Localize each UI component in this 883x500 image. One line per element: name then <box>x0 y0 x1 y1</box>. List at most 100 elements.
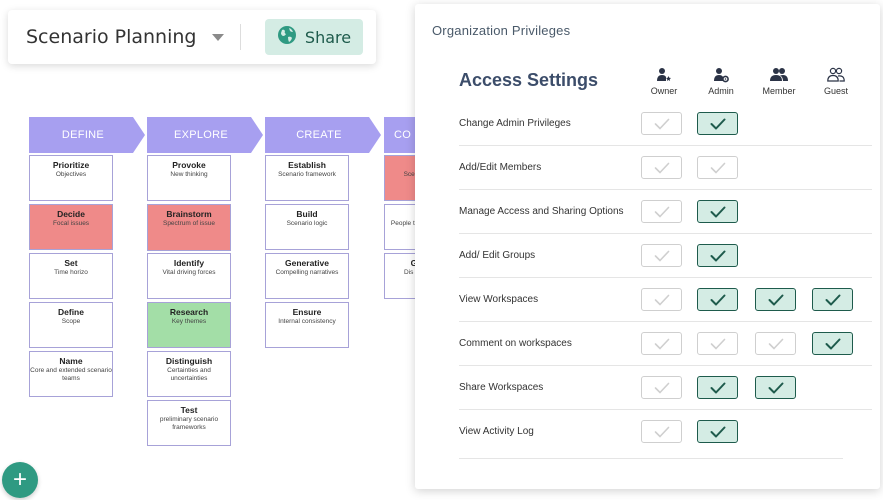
card-title: Research <box>169 307 209 317</box>
card-title: Define <box>58 307 84 317</box>
permission-checkbox[interactable] <box>641 200 682 223</box>
check-icon <box>825 294 840 305</box>
permission-row: Manage Access and Sharing Options <box>459 190 872 234</box>
permission-row: Change Admin Privileges <box>459 102 872 146</box>
share-label: Share <box>304 27 352 47</box>
board-card[interactable]: Set Time horizo <box>29 253 113 299</box>
owner-icon <box>634 66 694 84</box>
permission-checkbox[interactable] <box>755 376 796 399</box>
permission-row: View Activity Log <box>459 410 872 454</box>
board-card[interactable]: Generative Compelling narratives <box>265 253 349 299</box>
check-icon <box>768 294 783 305</box>
role-label: Member <box>762 86 796 96</box>
column-header[interactable]: CREATE <box>265 117 373 153</box>
permission-checkbox[interactable] <box>755 332 796 355</box>
card-subtitle: Focal issues <box>52 220 90 227</box>
board-card[interactable]: Provoke New thinking <box>147 155 231 201</box>
check-icon <box>710 294 725 305</box>
permission-checkbox[interactable] <box>697 112 738 135</box>
board-card[interactable]: Distinguish Certainties and uncertainties <box>147 351 231 397</box>
card-subtitle: Objectives <box>55 171 87 178</box>
check-icon <box>654 294 669 305</box>
title-bar: Scenario Planning Share <box>8 10 376 64</box>
permission-checkbox[interactable] <box>755 288 796 311</box>
board-card[interactable]: Prioritize Objectives <box>29 155 113 201</box>
card-title: Test <box>180 405 198 415</box>
permission-checkbox[interactable] <box>697 288 738 311</box>
add-button[interactable]: + <box>2 462 38 498</box>
role-member: Member <box>749 66 809 96</box>
permission-checkbox[interactable] <box>641 112 682 135</box>
permission-checkbox[interactable] <box>697 244 738 267</box>
share-button[interactable]: Share <box>265 19 363 55</box>
card-subtitle: Key themes <box>171 318 207 325</box>
card-subtitle: Scenario logic <box>286 220 328 227</box>
check-icon <box>710 206 725 217</box>
card-title: Build <box>296 209 318 219</box>
board-card[interactable]: Name Core and extended scenario teams <box>29 351 113 397</box>
check-icon <box>654 338 669 349</box>
permission-checkbox[interactable] <box>697 200 738 223</box>
card-title: Establish <box>288 160 326 170</box>
check-icon <box>710 250 725 261</box>
card-title: Identify <box>173 258 205 268</box>
role-guest: Guest <box>806 66 866 96</box>
role-label: Guest <box>823 86 848 96</box>
permission-checkbox[interactable] <box>641 332 682 355</box>
permission-label: View Activity Log <box>459 426 534 437</box>
permission-row: Share Workspaces <box>459 366 872 410</box>
board-card[interactable]: Decide Focal issues <box>29 204 113 250</box>
divider <box>240 24 241 50</box>
board-card[interactable]: Build Scenario logic <box>265 204 349 250</box>
permission-row: View Workspaces <box>459 278 872 322</box>
check-icon <box>654 250 669 261</box>
member-icon <box>749 66 809 84</box>
permission-checkbox[interactable] <box>641 420 682 443</box>
board-card[interactable]: Ensure Internal consistency <box>265 302 349 348</box>
permission-checkbox[interactable] <box>812 288 853 311</box>
divider <box>459 458 843 459</box>
permission-row: Add/ Edit Groups <box>459 234 872 278</box>
permission-checkbox[interactable] <box>697 332 738 355</box>
board-card[interactable]: Brainstorm Spectrum of issue <box>147 204 231 251</box>
permission-checkbox[interactable] <box>697 156 738 179</box>
check-icon <box>654 426 669 437</box>
card-subtitle: Time horizo <box>54 269 88 276</box>
card-title: Generative <box>285 258 329 268</box>
check-icon <box>710 426 725 437</box>
board-card[interactable]: Define Scope <box>29 302 113 348</box>
role-admin: Admin <box>691 66 751 96</box>
card-subtitle: Certainties and uncertainties <box>167 367 211 382</box>
check-icon <box>825 338 840 349</box>
permission-checkbox[interactable] <box>812 332 853 355</box>
board-card[interactable]: Identify Vital driving forces <box>147 253 231 299</box>
check-icon <box>768 338 783 349</box>
column-header[interactable]: DEFINE <box>29 117 137 153</box>
board-title[interactable]: Scenario Planning <box>26 26 204 48</box>
permission-checkbox[interactable] <box>641 288 682 311</box>
card-title: Ensure <box>292 307 322 317</box>
column-header[interactable]: EXPLORE <box>147 117 255 153</box>
permission-checkbox[interactable] <box>641 156 682 179</box>
check-icon <box>654 118 669 129</box>
chevron-down-icon[interactable] <box>212 33 224 41</box>
permission-label: Add/ Edit Groups <box>459 250 536 261</box>
permission-checkbox[interactable] <box>641 376 682 399</box>
permission-label: Change Admin Privileges <box>459 118 571 129</box>
role-owner: Owner <box>634 66 694 96</box>
card-subtitle: New thinking <box>170 171 208 178</box>
permission-checkbox[interactable] <box>697 376 738 399</box>
card-subtitle: Vital driving forces <box>162 269 216 276</box>
permission-checkbox[interactable] <box>641 244 682 267</box>
panel-title: Organization Privileges <box>432 23 571 38</box>
guest-icon <box>806 66 866 84</box>
check-icon <box>710 382 725 393</box>
check-icon <box>768 382 783 393</box>
check-icon <box>654 382 669 393</box>
board-card[interactable]: Research Key themes <box>147 302 231 348</box>
board-card[interactable]: Test preliminary scenario frameworks <box>147 400 231 446</box>
card-subtitle: Scope <box>61 318 81 325</box>
permission-checkbox[interactable] <box>697 420 738 443</box>
card-subtitle: preliminary scenario frameworks <box>159 416 219 431</box>
board-card[interactable]: Establish Scenario framework <box>265 155 349 201</box>
